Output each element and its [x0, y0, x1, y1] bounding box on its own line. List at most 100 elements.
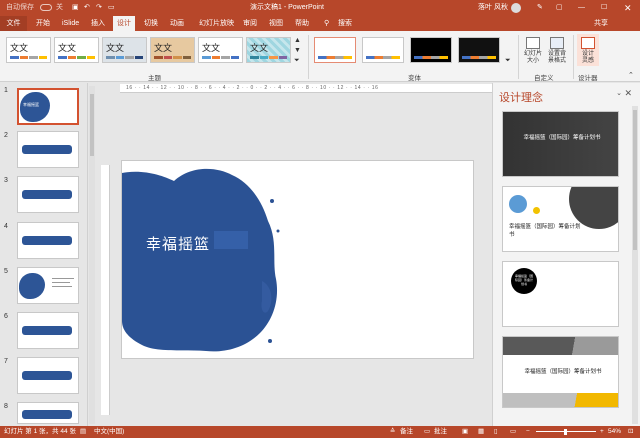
slide-number: 3 — [4, 177, 8, 184]
avatar[interactable] — [511, 3, 521, 13]
comments-icon[interactable]: ▭ — [424, 426, 430, 438]
design-ribbon: 文文 文文 文文 文文 文文 文文 ▲ ▼ ⏷ 主题 ⏷ 变体 幻灯片 大小 设… — [0, 31, 640, 82]
redo-icon[interactable]: ↷ — [96, 0, 102, 16]
variant-3[interactable] — [410, 37, 452, 63]
close-icon[interactable]: ✕ — [624, 88, 632, 99]
theme-3[interactable]: 文文 — [102, 37, 147, 63]
theme-more-icon[interactable]: ⏷ — [294, 57, 300, 65]
slide-count: 幻灯片 第 1 张，共 44 张 — [4, 428, 76, 435]
slide-size-icon — [526, 37, 540, 49]
pane-options-icon[interactable]: ⌄ — [616, 89, 622, 97]
document-title: 演示文稿1 - PowerPoint — [250, 4, 324, 11]
tab-home[interactable]: 开始 — [32, 16, 54, 31]
format-background-icon — [550, 37, 564, 49]
slide-number: 6 — [4, 313, 8, 320]
slide-sorter-icon[interactable]: ▦ — [478, 426, 484, 438]
notes-icon[interactable]: ≙ — [390, 426, 395, 438]
status-bar: 幻灯片 第 1 张，共 44 张 ▤ 中文(中国) ≙ 备注 ▭ 批注 ▣ ▦ … — [0, 426, 640, 438]
theme-scroll-down-icon[interactable]: ▼ — [294, 47, 301, 54]
language-status[interactable]: 中文(中国) — [94, 426, 124, 438]
pen-icon[interactable]: ✎ — [537, 0, 543, 16]
theme-2[interactable]: 文文 — [54, 37, 99, 63]
collapse-ribbon-icon[interactable]: ⌃ — [628, 71, 634, 79]
design-ideas-pane: 设计理念 ✕ ⌄ 幸福摇篮（国际园）筹备计划书 幸福摇篮（国际园）筹备计划书 幸… — [492, 83, 640, 426]
minimize-icon[interactable]: — — [578, 0, 585, 16]
reading-view-icon[interactable]: ▯ — [494, 426, 498, 438]
tab-review[interactable]: 审阅 — [239, 16, 261, 31]
autosave-toggle[interactable] — [40, 4, 52, 11]
variant-4[interactable] — [458, 37, 500, 63]
slide-thumb-2[interactable] — [17, 131, 79, 168]
slideshow-icon[interactable]: ▭ — [510, 426, 516, 438]
slide-size-button[interactable]: 幻灯片 大小 — [522, 37, 544, 65]
variant-2[interactable] — [362, 37, 404, 63]
theme-5[interactable]: 文文 — [198, 37, 243, 63]
start-presentation-icon[interactable]: ▭ — [108, 0, 115, 16]
design-pane-scrollbar[interactable] — [632, 106, 638, 424]
tab-view[interactable]: 视图 — [265, 16, 287, 31]
slide-number: 2 — [4, 132, 8, 139]
design-idea-2[interactable]: 幸福摇篮（国际园）筹备计划书 — [502, 186, 619, 252]
slide-thumb-5[interactable] — [17, 267, 79, 304]
zoom-level[interactable]: 54% — [608, 426, 621, 438]
title-bar: 自动保存 关 ▣ ↶ ↷ ▭ 演示文稿1 - PowerPoint 落叶 风秋 … — [0, 0, 640, 16]
slide-number: 1 — [4, 87, 8, 94]
slide-thumb-7[interactable] — [17, 357, 79, 394]
group-label-themes: 主题 — [148, 75, 161, 82]
ink-blob-shape — [122, 168, 280, 352]
zoom-in-icon[interactable]: + — [600, 426, 604, 438]
save-icon[interactable]: ▣ — [72, 0, 79, 16]
autosave-label: 自动保存 — [6, 4, 34, 11]
theme-office[interactable]: 文文 — [6, 37, 51, 63]
slide-thumb-6[interactable] — [17, 312, 79, 349]
slide-number: 8 — [4, 403, 8, 410]
tab-animations[interactable]: 动画 — [166, 16, 188, 31]
tab-help[interactable]: 帮助 — [291, 16, 313, 31]
spellcheck-icon[interactable]: ▤ — [80, 426, 86, 438]
slide-thumb-8[interactable] — [17, 402, 79, 424]
thumbnail-scrollbar[interactable] — [89, 86, 95, 424]
theme-scroll-up-icon[interactable]: ▲ — [294, 37, 301, 44]
tab-transitions[interactable]: 切换 — [140, 16, 162, 31]
group-label-variants: 变体 — [408, 75, 421, 82]
tab-slideshow[interactable]: 幻灯片放映 — [195, 16, 238, 31]
variant-more-icon[interactable]: ⏷ — [505, 57, 511, 65]
tab-file[interactable]: 文件 — [0, 16, 27, 31]
horizontal-ruler: 16 · · 14 · · 12 · · 10 · · 8 · · 6 · · … — [120, 84, 492, 93]
current-slide[interactable]: 幸福摇篮 — [121, 160, 474, 359]
design-idea-1[interactable]: 幸福摇篮（国际园）筹备计划书 — [502, 111, 619, 177]
tab-islide[interactable]: iSlide — [58, 16, 83, 31]
fit-slide-icon[interactable]: ⊡ — [628, 426, 633, 438]
search-box[interactable]: 搜索 — [334, 16, 356, 31]
notes-button[interactable]: 备注 — [400, 426, 413, 438]
slide-title[interactable]: 幸福摇篮 — [146, 233, 210, 254]
vertical-ruler — [101, 165, 110, 415]
user-name[interactable]: 落叶 风秋 — [478, 0, 508, 16]
zoom-slider-handle[interactable] — [564, 429, 567, 435]
normal-view-icon[interactable]: ▣ — [462, 426, 468, 438]
format-background-button[interactable]: 设置背 景格式 — [545, 37, 569, 65]
tab-design[interactable]: 设计 — [113, 16, 135, 31]
close-icon[interactable]: ✕ — [624, 0, 632, 16]
maximize-icon[interactable]: ☐ — [601, 0, 607, 16]
slide-thumb-4[interactable] — [17, 222, 79, 259]
undo-icon[interactable]: ↶ — [84, 0, 90, 16]
design-ideas-button[interactable]: 设计 灵感 — [577, 34, 599, 66]
zoom-out-icon[interactable]: − — [526, 426, 530, 438]
tab-insert[interactable]: 插入 — [87, 16, 109, 31]
theme-6[interactable]: 文文 — [246, 37, 291, 63]
slide-thumb-3[interactable] — [17, 176, 79, 213]
design-idea-4[interactable]: 幸福摇篮（国际园）筹备计划书 — [502, 336, 619, 408]
autosave-state: 关 — [56, 4, 63, 11]
ribbon-display-icon[interactable]: ▢ — [556, 0, 563, 16]
design-idea-3[interactable]: 幸福摇篮（国际园）筹备计划书 — [502, 261, 619, 327]
lightbulb-icon: ⚲ — [324, 20, 330, 27]
share-button[interactable]: 共享 — [590, 16, 612, 31]
design-ideas-icon — [581, 37, 595, 49]
slide-thumb-1[interactable]: 幸福摇篮 — [17, 88, 79, 125]
theme-4[interactable]: 文文 — [150, 37, 195, 63]
ribbon-tabs: 文件 开始 iSlide 插入 设计 切换 动画 幻灯片放映 审阅 视图 帮助 … — [0, 16, 640, 31]
slide-number: 7 — [4, 358, 8, 365]
comments-button[interactable]: 批注 — [434, 426, 447, 438]
variant-1[interactable] — [314, 37, 356, 63]
